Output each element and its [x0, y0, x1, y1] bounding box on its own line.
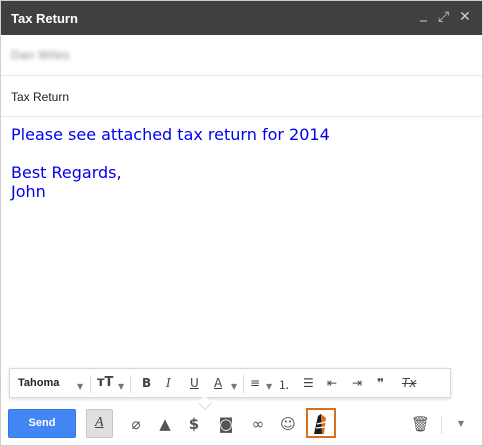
expand-icon[interactable]: ⤢ — [438, 9, 449, 25]
minimize-icon[interactable]: _ — [420, 6, 427, 22]
send-button[interactable]: Send — [8, 409, 76, 438]
quote-icon[interactable]: ❞ — [377, 376, 384, 390]
subject-field[interactable]: Tax Return — [1, 76, 482, 117]
recipient-chip[interactable]: Dan Wiles — [11, 48, 70, 62]
to-field[interactable]: Dan Wiles — [1, 35, 482, 76]
indent-more-icon[interactable]: ⇥ — [352, 376, 362, 390]
compose-toolbar: Send A ⌀ ▲ $ ◙ ∞ ☺ 🗑 ▼ — [1, 406, 482, 446]
text-color-caret-icon[interactable]: ▼ — [231, 378, 237, 392]
drive-icon[interactable]: ▲ — [157, 416, 173, 432]
subject-value: Tax Return — [11, 90, 70, 104]
signature-icon[interactable] — [306, 408, 336, 438]
money-icon[interactable]: $ — [186, 416, 202, 432]
italic-icon[interactable]: I — [166, 376, 171, 390]
font-family-select[interactable]: Tahoma — [18, 377, 59, 389]
font-dropdown-caret-icon[interactable]: ▼ — [77, 378, 83, 392]
link-icon[interactable]: ∞ — [250, 416, 266, 432]
remove-formatting-icon[interactable]: Tx — [402, 376, 416, 390]
attach-icon[interactable]: ⌀ — [128, 416, 144, 432]
formatting-bar: Tahoma ▼ тT ▼ B I U A ▼ ≡ ▼ ⒈ ☰ ⇤ ⇥ ❞ Tx — [9, 368, 451, 411]
font-size-caret-icon[interactable]: ▼ — [118, 378, 124, 392]
body-line: Best Regards, — [11, 163, 122, 182]
formatting-options-icon[interactable]: A — [86, 409, 113, 438]
compose-window: Tax Return _ ⤢ ✕ Dan Wiles Tax Return Pl… — [0, 0, 483, 446]
photo-icon[interactable]: ◙ — [218, 416, 234, 432]
body-line: John — [11, 182, 46, 201]
title-bar[interactable]: Tax Return _ ⤢ ✕ — [1, 1, 482, 35]
window-title: Tax Return — [11, 11, 78, 26]
trash-icon[interactable]: 🗑 — [411, 416, 430, 432]
bold-icon[interactable]: B — [142, 376, 151, 390]
close-icon[interactable]: ✕ — [459, 9, 471, 25]
indent-less-icon[interactable]: ⇤ — [327, 376, 337, 390]
emoji-icon[interactable]: ☺ — [280, 416, 296, 432]
message-body[interactable]: Please see attached tax return for 2014 … — [11, 125, 471, 363]
align-icon[interactable]: ≡ — [250, 376, 260, 390]
text-color-icon[interactable]: A — [214, 376, 222, 390]
bulleted-list-icon[interactable]: ☰ — [303, 376, 314, 390]
align-caret-icon[interactable]: ▼ — [266, 378, 272, 392]
underline-icon[interactable]: U — [190, 376, 199, 390]
font-size-icon[interactable]: тT — [97, 375, 113, 390]
body-line: Please see attached tax return for 2014 — [11, 125, 330, 144]
numbered-list-icon[interactable]: ⒈ — [278, 376, 290, 393]
more-options-icon[interactable]: ▼ — [453, 416, 469, 432]
